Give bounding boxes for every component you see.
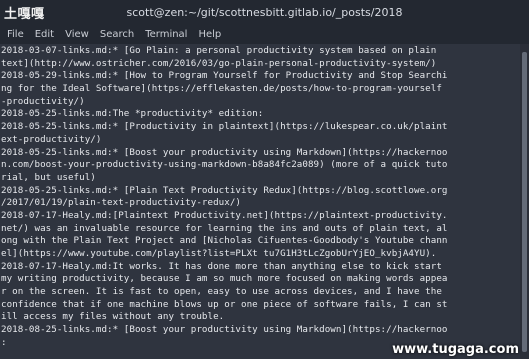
menu-search[interactable]: Search [95,26,139,44]
terminal-line: 2018-08-25-links.md:* [Boost your produc… [1,324,448,336]
terminal-line: ng for the Ideal Software](https://effle… [1,83,442,95]
menu-view[interactable]: View [60,26,94,44]
terminal-line: 2018-03-07-links.md:* [Go Plain: a perso… [1,45,437,56]
terminal-output[interactable]: 2018-03-07-links.md:* [Go Plain: a perso… [0,44,520,359]
terminal-line: my writing productivity, because I am so… [1,273,448,285]
terminal-line: 2018-05-29-links.md:* [How to Program Yo… [1,70,448,82]
terminal-line: confidence that if one machine blows up … [1,298,448,310]
vertical-scrollbar[interactable] [520,44,529,359]
terminal-line: n.com/boost-your-productivity-using-mark… [1,159,448,171]
terminal-line: rial, but useful) [1,171,96,183]
terminal-line: ill access my files without any trouble. [1,311,225,323]
terminal-line: ong with the Plain Text Project and [Nic… [1,235,448,247]
scrollbar-thumb[interactable] [522,52,527,352]
menu-help[interactable]: Help [193,26,226,44]
terminal-line: 2018-05-25-links.md:* [Boost your produc… [1,146,448,158]
terminal-line: 2018-05-25-links.md:* [Productivity in p… [1,121,448,133]
terminal-line: ext-productivity/) [1,133,102,145]
title-bar[interactable]: 土嘎嘎 scott@zen:~/git/scottnesbitt.gitlab.… [0,0,529,26]
menu-terminal[interactable]: Terminal [140,26,192,44]
terminal-line: net/) was an invaluable resource for lea… [1,222,448,234]
terminal-line: text](http://www.ostricher.com/2016/03/g… [1,57,437,69]
terminal-line: /2017/01/19/plain-text-productivity-redu… [1,197,241,209]
terminal-window: 土嘎嘎 scott@zen:~/git/scottnesbitt.gitlab.… [0,0,529,359]
menu-file[interactable]: File [2,26,29,44]
window-title: scott@zen:~/git/scottnesbitt.gitlab.io/_… [126,6,403,19]
terminal-line: el](https://www.youtube.com/playlist?lis… [1,248,437,259]
terminal-line: 2018-07-17-Healy.md:It works. It has don… [1,260,442,272]
terminal-line: 2018-05-25-links.md:* [Plain Text Produc… [1,184,448,196]
terminal-line: -productivity/) [1,95,85,107]
watermark-text: www.tugaga.com [392,342,519,357]
terminal-line: 2018-07-17-Healy.md:[Plaintext Productiv… [1,209,448,221]
menu-edit[interactable]: Edit [30,26,59,44]
menu-bar: File Edit View Search Terminal Help [0,26,529,44]
terminal-line: 2018-05-25-links.md:The *productivity* e… [1,108,264,120]
terminal-line: r on the screen. It is fast to open, eas… [1,286,442,298]
